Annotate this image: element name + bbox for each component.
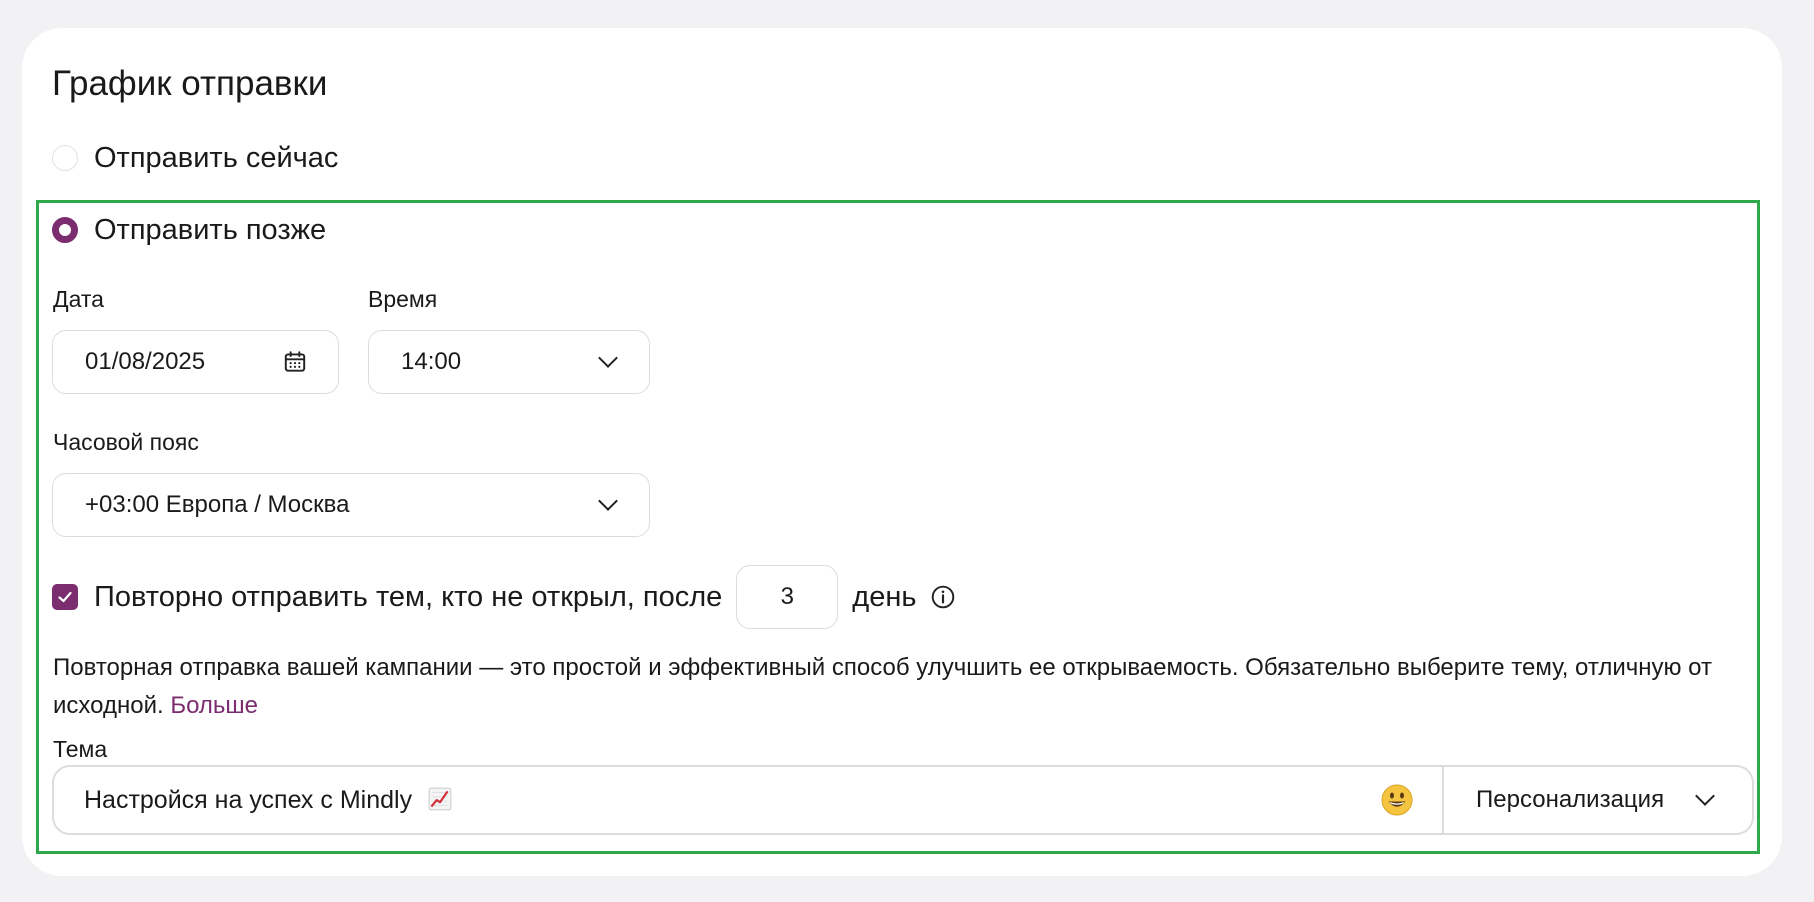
radio-send-now-indicator[interactable] <box>52 145 78 171</box>
personalization-label: Персонализация <box>1476 786 1665 813</box>
resend-checkbox[interactable] <box>52 584 78 610</box>
time-select[interactable]: 14:00 <box>368 330 650 394</box>
help-text-body: Повторная отправка вашей кампании — это … <box>53 654 1712 719</box>
chevron-down-icon <box>1695 786 1715 806</box>
checkmark-icon <box>58 591 72 603</box>
radio-send-later-indicator[interactable] <box>52 217 78 243</box>
timezone-select[interactable]: +03:00 Европа / Москва <box>52 473 650 537</box>
time-label: Время <box>368 286 438 312</box>
date-label: Дата <box>53 286 104 312</box>
date-input[interactable]: 01/08/2025 <box>52 330 339 394</box>
info-icon[interactable] <box>930 584 956 610</box>
radio-send-now[interactable]: Отправить сейчас <box>52 140 338 176</box>
personalization-dropdown[interactable]: Персонализация <box>1442 767 1752 833</box>
radio-send-later-label: Отправить позже <box>94 214 327 246</box>
radio-send-now-label: Отправить сейчас <box>94 142 339 174</box>
radio-send-later[interactable]: Отправить позже <box>52 212 326 248</box>
resend-help-text: Повторная отправка вашей кампании — это … <box>53 649 1753 725</box>
resend-row: Повторно отправить тем, кто не открыл, п… <box>52 565 956 629</box>
timezone-value: +03:00 Европа / Москва <box>85 491 350 518</box>
chevron-down-icon <box>598 348 618 368</box>
resend-label: Повторно отправить тем, кто не открыл, п… <box>94 580 723 613</box>
more-link[interactable]: Больше <box>170 692 258 719</box>
timezone-label: Часовой пояс <box>53 429 199 455</box>
resend-days-input[interactable]: 3 <box>736 565 839 629</box>
chart-increasing-icon <box>428 787 452 810</box>
calendar-icon[interactable] <box>282 349 308 375</box>
emoji-icon[interactable] <box>1380 783 1414 817</box>
chevron-down-icon <box>598 491 618 511</box>
time-value: 14:00 <box>401 348 462 375</box>
subject-label: Тема <box>53 736 108 762</box>
section-title: График отправки <box>52 64 328 103</box>
subject-text-wrap: Настройся на успех с Mindly <box>84 786 453 815</box>
subject-value: Настройся на успех с Mindly <box>84 785 413 814</box>
date-value: 01/08/2025 <box>85 348 206 375</box>
subject-input[interactable]: Настройся на успех с Mindly <box>54 767 1442 833</box>
subject-field: Настройся на успех с Mindly Персонализац… <box>52 765 1754 835</box>
resend-days-unit: день <box>852 580 917 613</box>
